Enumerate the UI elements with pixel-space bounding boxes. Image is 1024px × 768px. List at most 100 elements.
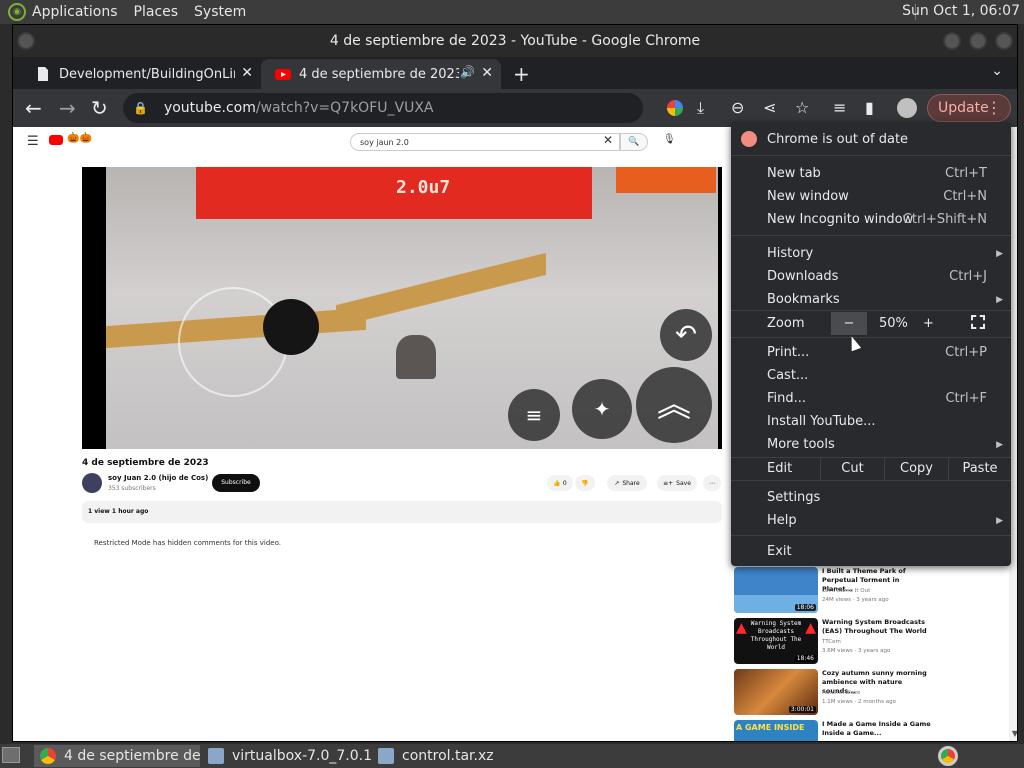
recommendation-channel[interactable]: TTCem (822, 639, 841, 645)
menu-item-new-tab[interactable]: New tab Ctrl+T (731, 162, 1011, 185)
recommendation-thumbnail[interactable]: 18:06 (734, 567, 818, 613)
menu-item-print[interactable]: Print... Ctrl+P (731, 341, 1011, 364)
menu-item-exit[interactable]: Exit (731, 540, 1011, 563)
menu-item-history[interactable]: History ▶ (731, 242, 1011, 265)
fullscreen-icon[interactable] (971, 315, 985, 329)
address-bar[interactable]: 🔒 youtube.com /watch?v=Q7kOFU_VUXA (123, 93, 643, 123)
new-tab-button[interactable]: + (513, 62, 530, 86)
submenu-arrow-icon: ▶ (996, 294, 1003, 305)
clear-search-icon[interactable]: ✕ (603, 133, 613, 147)
recommendation-title[interactable]: I Made a Game Inside a Game Inside a Gam… (822, 720, 932, 738)
applications-menu[interactable]: Applications (32, 4, 118, 20)
clock[interactable]: Sun Oct 1, 06:07 (902, 3, 1020, 19)
cut-button[interactable]: Cut (820, 457, 884, 480)
recommendation-item[interactable]: A GAME INSIDE I Made a Game Inside a Gam… (734, 720, 1014, 741)
menu-item-chrome-out-of-date[interactable]: Chrome is out of date (731, 128, 1011, 151)
taskbar-item-chrome[interactable]: 4 de septiembre de ... (34, 745, 200, 767)
menu-item-settings[interactable]: Settings (731, 486, 1011, 509)
update-button[interactable]: Update ⋮ (927, 94, 1011, 122)
menu-item-install-youtube[interactable]: Install YouTube... (731, 410, 1011, 433)
share-arrow-icon: ↗ (614, 479, 620, 487)
youtube-logo-icon[interactable] (49, 135, 63, 145)
like-button[interactable]: 👍 0 (547, 475, 573, 491)
subscribe-button[interactable]: Subscribe (212, 474, 260, 492)
menu-item-help[interactable]: Help ▶ (731, 509, 1011, 532)
show-desktop-icon[interactable] (2, 747, 20, 763)
audio-playing-icon[interactable]: 🔊 (460, 65, 475, 79)
tab-search-chevron-icon[interactable]: ⌄ (991, 63, 1003, 79)
zoom-in-button[interactable]: + (923, 312, 934, 335)
search-input[interactable]: soy jaun 2.0 (350, 133, 620, 151)
video-player[interactable]: 2.0u7 ↶ ≡ ✦ ︽ (82, 167, 722, 449)
recommendation-item[interactable]: ▲ ▲ Warning System Broadcasts Throughout… (734, 618, 1014, 666)
menu-item-downloads[interactable]: Downloads Ctrl+J (731, 265, 1011, 288)
scroll-down-arrow-icon[interactable]: ▼ (1012, 729, 1017, 738)
microphone-icon[interactable]: 🎙 (663, 134, 676, 145)
window-titlebar[interactable]: 4 de septiembre de 2023 - YouTube - Goog… (13, 25, 1017, 57)
share-button[interactable]: ↗ Share (607, 475, 647, 491)
channel-avatar[interactable] (82, 473, 102, 493)
zoom-out-button[interactable]: − (831, 312, 867, 335)
description-box[interactable]: 1 view 1 hour ago (82, 501, 722, 523)
thumbnail-caption: Warning System Broadcasts Throughout The… (750, 620, 802, 651)
tab-development[interactable]: Development/BuildingOnLinux ✕ (21, 59, 261, 89)
submenu-arrow-icon: ▶ (996, 439, 1003, 450)
menu-item-more-tools[interactable]: More tools ▶ (731, 433, 1011, 456)
menu-dots-icon[interactable]: ⋮ (986, 98, 1002, 117)
profile-avatar-icon[interactable] (897, 98, 917, 118)
menu-item-label: Print... (767, 345, 810, 360)
menu-separator (731, 155, 1011, 156)
taskbar-item-control-tar[interactable]: control.tar.xz (372, 745, 542, 767)
menu-item-find[interactable]: Find... Ctrl+F (731, 387, 1011, 410)
recommendation-channel[interactable]: Let's Game It Out (822, 588, 870, 594)
system-menu[interactable]: System (194, 4, 246, 20)
reload-icon[interactable]: ↻ (91, 96, 108, 120)
media-controls-icon[interactable]: ≡ (833, 98, 846, 117)
doodle-icon[interactable]: 🎃🎃 (67, 133, 92, 144)
recommendation-thumbnail[interactable]: ▲ ▲ Warning System Broadcasts Throughout… (734, 618, 818, 664)
menu-item-label: Find... (767, 391, 807, 406)
tray-chrome-icon[interactable] (938, 746, 958, 766)
recommendation-title[interactable]: Warning System Broadcasts (EAS) Througho… (822, 618, 932, 636)
zoom-icon[interactable]: ⊖ (731, 98, 744, 117)
hamburger-menu-icon[interactable]: ☰ (27, 134, 39, 149)
recommendation-item[interactable]: 3:00:01 Cozy autumn sunny morning ambien… (734, 669, 1014, 717)
channel-name[interactable]: soy Juan 2.0 (hijo de Cos) (108, 474, 208, 482)
forward-arrow-icon[interactable]: → (59, 96, 76, 120)
recommendation-item[interactable]: 18:06 I Built a Theme Park of Perpetual … (734, 567, 1014, 615)
back-arrow-icon[interactable]: ← (25, 96, 42, 120)
recommendation-thumbnail[interactable]: A GAME INSIDE (734, 720, 818, 741)
bottom-taskbar: 4 de septiembre de ... virtualbox-7.0_7.… (0, 744, 1024, 768)
paste-button[interactable]: Paste (948, 457, 1011, 480)
recommendation-channel[interactable]: Autumn Blaze (822, 690, 860, 696)
close-tab-icon[interactable]: ✕ (241, 65, 253, 81)
bookmark-star-icon[interactable]: ☆ (795, 98, 809, 117)
close-tab-icon[interactable]: ✕ (481, 65, 493, 81)
menu-item-new-incognito-window[interactable]: New Incognito window Ctrl+Shift+N (731, 208, 1011, 231)
window-menu-button[interactable] (17, 32, 35, 50)
distro-logo-icon[interactable]: ◉ (8, 3, 26, 21)
warning-triangle-icon: ▲ (736, 620, 747, 636)
taskbar-item-virtualbox[interactable]: virtualbox-7.0_7.0.1... (202, 745, 372, 767)
copy-button[interactable]: Copy (884, 457, 948, 480)
google-translate-icon[interactable] (667, 100, 683, 116)
taskbar-label: virtualbox-7.0_7.0.1... (232, 748, 372, 764)
more-actions-button[interactable]: ⋯ (703, 475, 721, 491)
search-button[interactable]: 🔍 (620, 133, 648, 151)
minimize-button[interactable] (943, 32, 961, 50)
share-icon[interactable]: ⋖ (763, 98, 776, 117)
menu-item-cast[interactable]: Cast... (731, 364, 1011, 387)
dislike-button[interactable]: 👎 (575, 475, 595, 491)
recommendation-thumbnail[interactable]: 3:00:01 (734, 669, 818, 715)
places-menu[interactable]: Places (134, 4, 179, 20)
save-button[interactable]: ≡+ Save (657, 475, 697, 491)
video-frame[interactable]: 2.0u7 ↶ ≡ ✦ ︽ (106, 167, 718, 449)
side-panel-icon[interactable]: ▮ (865, 98, 874, 117)
menu-item-bookmarks[interactable]: Bookmarks ▶ (731, 288, 1011, 311)
menu-item-new-window[interactable]: New window Ctrl+N (731, 185, 1011, 208)
tab-youtube[interactable]: 4 de septiembre de 2023 - 🔊 ✕ (261, 59, 501, 89)
lock-icon[interactable]: 🔒 (133, 101, 148, 115)
maximize-button[interactable] (969, 32, 987, 50)
install-app-icon[interactable]: ⤓ (697, 98, 704, 118)
close-window-button[interactable] (995, 32, 1013, 50)
